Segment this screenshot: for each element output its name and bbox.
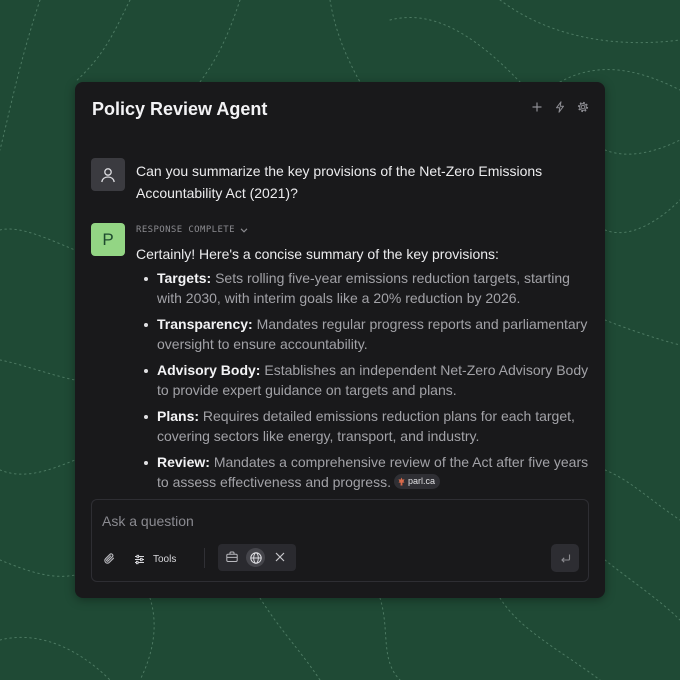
toolbar-divider [204,548,205,568]
user-avatar [91,158,125,191]
composer: Ask a question Tools [91,499,589,582]
agent-intro: Certainly! Here's a concise summary of t… [136,246,499,262]
lightning-icon[interactable] [554,101,566,113]
globe-toggle[interactable] [246,548,265,567]
list-item: Transparency: Mandates regular progress … [143,315,593,354]
bullet-label: Targets: [157,270,212,286]
list-item: Plans: Requires detailed emissions reduc… [143,407,593,446]
bullet-text: Requires detailed emissions reduction pl… [157,408,575,444]
tools-label: Tools [153,553,177,565]
send-button[interactable] [551,544,579,572]
citation-chip[interactable]: parl.ca [393,473,440,489]
paperclip-icon[interactable] [103,552,116,565]
list-item: Advisory Body: Establishes an independen… [143,361,593,400]
provision-list: Targets: Sets rolling five-year emission… [143,269,593,499]
bullet-text: Sets rolling five-year emissions reducti… [157,270,570,306]
bullet-text: Mandates a comprehensive review of the A… [157,454,589,490]
panel-header: Policy Review Agent [92,98,589,120]
user-message-text: Can you summarize the key provisions of … [136,163,543,201]
bullet-label: Transparency: [157,316,253,332]
sliders-icon [135,554,144,564]
briefcase-icon[interactable] [225,550,239,564]
bullet-label: Advisory Body: [157,362,261,378]
response-status[interactable]: RESPONSE COMPLETE [136,224,249,236]
bullet-label: Review: [157,454,210,470]
agent-avatar: P [91,223,125,256]
close-icon[interactable] [273,550,287,564]
page-title: Policy Review Agent [92,99,268,119]
response-status-label: RESPONSE COMPLETE [136,225,235,235]
gear-icon[interactable] [577,101,589,113]
globe-icon [249,551,262,564]
user-icon [101,167,115,182]
list-item: Targets: Sets rolling five-year emission… [143,269,593,308]
tools-button[interactable]: Tools [134,552,176,566]
enter-icon [560,554,570,563]
chat-panel: Policy Review Agent Can you summarize th… [75,82,605,598]
chevron-down-icon [240,228,248,233]
header-actions [531,101,589,113]
question-input[interactable]: Ask a question [102,512,194,530]
list-item: Review: Mandates a comprehensive review … [143,453,593,492]
parliament-icon [398,477,405,485]
plus-icon[interactable] [531,101,543,113]
citation-label: parl.ca [407,475,435,486]
tool-toggle-group [218,544,296,571]
bullet-label: Plans: [157,408,200,424]
